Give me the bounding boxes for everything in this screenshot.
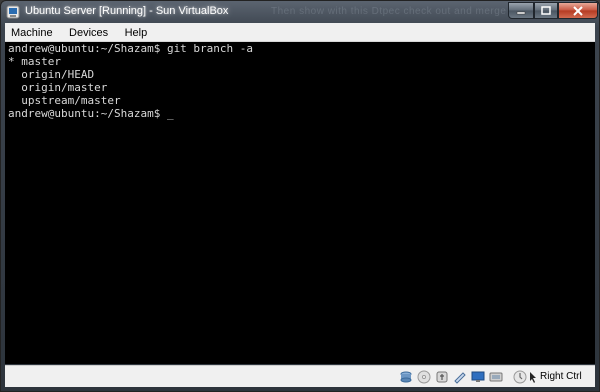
close-icon xyxy=(573,6,583,16)
minimize-button[interactable] xyxy=(508,2,534,19)
usb-icon[interactable] xyxy=(435,370,449,384)
terminal-line: origin/HEAD xyxy=(8,68,95,81)
mouse-integration-icon[interactable] xyxy=(513,370,527,384)
title-bar[interactable]: Ubuntu Server [Running] - Sun VirtualBox… xyxy=(1,1,599,23)
network-icon[interactable] xyxy=(471,370,485,384)
shared-folders-icon[interactable] xyxy=(453,370,467,384)
terminal-line: upstream/master xyxy=(8,94,121,107)
terminal-line: origin/master xyxy=(8,81,108,94)
virtualbox-window: Ubuntu Server [Running] - Sun VirtualBox… xyxy=(0,0,600,392)
guest-console[interactable]: andrew@ubuntu:~/Shazam$ git branch -a * … xyxy=(5,42,595,364)
display-icon[interactable] xyxy=(489,370,503,384)
background-window-title: Then show with this Dtpec check out and … xyxy=(271,6,520,17)
virtualbox-app-icon[interactable] xyxy=(6,5,20,19)
maximize-icon xyxy=(541,6,551,15)
host-key-icon[interactable] xyxy=(527,370,541,384)
terminal-prompt-line: andrew@ubuntu:~/Shazam$ _ xyxy=(8,107,174,120)
menu-bar: Machine Devices Help xyxy=(5,23,595,42)
menu-help[interactable]: Help xyxy=(119,24,154,42)
close-button[interactable] xyxy=(558,2,598,19)
window-bottom-border xyxy=(1,387,599,391)
menu-machine[interactable]: Machine xyxy=(5,24,59,42)
hard-disk-icon[interactable] xyxy=(399,370,413,384)
minimize-icon xyxy=(516,11,526,15)
status-bar: Right Ctrl xyxy=(5,365,595,388)
terminal-line: * master xyxy=(8,55,61,68)
host-key-label: Right Ctrl xyxy=(540,371,582,382)
optical-drive-icon[interactable] xyxy=(417,370,431,384)
terminal-line: andrew@ubuntu:~/Shazam$ git branch -a xyxy=(8,42,254,55)
menu-devices[interactable]: Devices xyxy=(63,24,114,42)
maximize-button[interactable] xyxy=(534,2,558,19)
window-title: Ubuntu Server [Running] - Sun VirtualBox xyxy=(25,5,229,17)
